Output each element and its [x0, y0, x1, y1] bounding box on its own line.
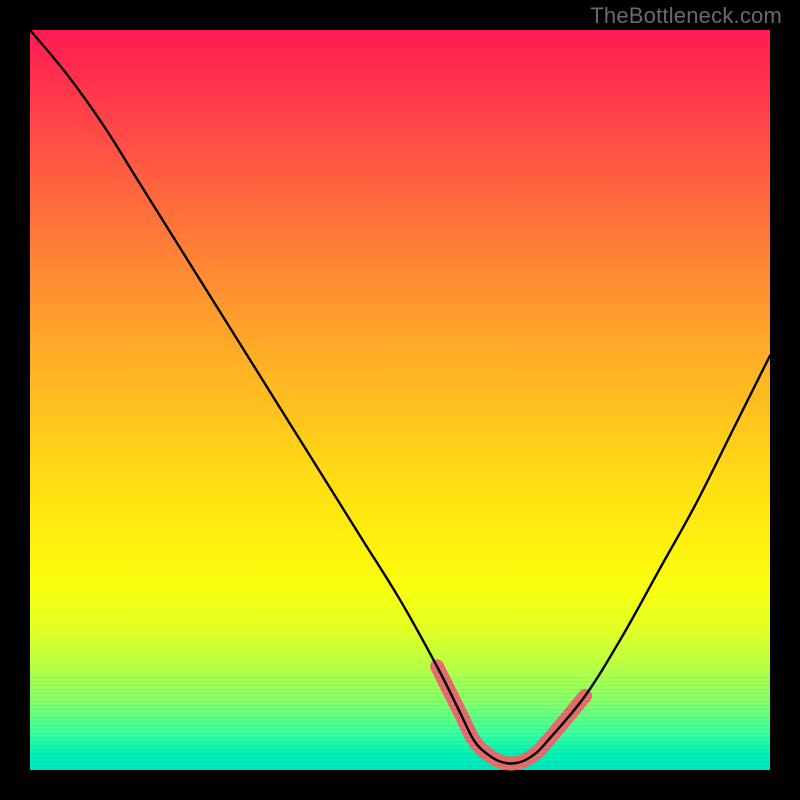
gradient-band [30, 741, 770, 742]
gradient-band [30, 697, 770, 698]
gradient-band [30, 725, 770, 726]
gradient-band [30, 749, 770, 750]
gradient-band [30, 701, 770, 702]
gradient-band [30, 713, 770, 714]
gradient-band [30, 721, 770, 722]
gradient-band [30, 761, 770, 762]
gradient-band [30, 677, 770, 678]
gradient-band [30, 693, 770, 694]
gradient-band [30, 769, 770, 770]
chart-frame: TheBottleneck.com [0, 0, 800, 800]
curve-line [30, 30, 770, 764]
gradient-band [30, 753, 770, 754]
watermark-text: TheBottleneck.com [590, 3, 782, 29]
gradient-band [30, 717, 770, 718]
gradient-band [30, 681, 770, 682]
gradient-plot-area [30, 30, 770, 770]
gradient-band [30, 729, 770, 730]
gradient-band [30, 765, 770, 766]
gradient-band [30, 689, 770, 690]
gradient-band [30, 733, 770, 734]
gradient-band [30, 737, 770, 738]
gradient-band [30, 705, 770, 706]
gradient-band [30, 685, 770, 686]
gradient-band [30, 745, 770, 746]
gradient-band [30, 757, 770, 758]
bottleneck-curve-svg [30, 30, 770, 770]
gradient-band [30, 709, 770, 710]
